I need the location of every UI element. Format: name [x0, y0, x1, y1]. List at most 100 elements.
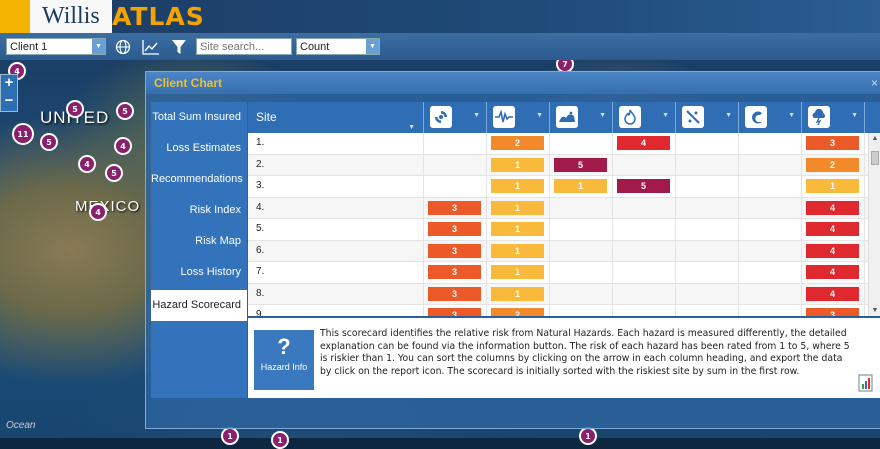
- report-icon[interactable]: [858, 374, 874, 392]
- site-search-input[interactable]: [196, 38, 292, 55]
- table-row[interactable]: 2. 1 5 2: [248, 154, 868, 176]
- storm-surge-icon: [745, 106, 767, 128]
- table-row[interactable]: 8. 3 1 4: [248, 283, 868, 305]
- grid-scrollbar[interactable]: ▲ ▼: [868, 133, 880, 316]
- score-cell: 4: [802, 219, 865, 240]
- map-marker[interactable]: 1: [271, 431, 289, 449]
- site-cell: 5.: [248, 219, 424, 240]
- map-marker[interactable]: 1: [579, 427, 597, 445]
- column-header-wildfire[interactable]: ▼: [613, 102, 676, 133]
- score-cell: [739, 154, 802, 175]
- site-cell: 3.: [248, 176, 424, 197]
- client-select[interactable]: Client 1 ▼: [6, 38, 106, 55]
- map-marker[interactable]: 5: [40, 133, 58, 151]
- score-cell: [676, 240, 739, 261]
- score-badge: 5: [617, 179, 670, 193]
- scroll-up-icon[interactable]: ▲: [869, 135, 880, 142]
- column-header-earthquake[interactable]: ▼: [487, 102, 550, 133]
- chevron-down-icon[interactable]: ▼: [473, 112, 480, 119]
- scrollbar-thumb[interactable]: [871, 151, 879, 165]
- map-marker[interactable]: 5: [66, 100, 84, 118]
- table-row[interactable]: 6. 3 1 4: [248, 240, 868, 262]
- table-row[interactable]: 4. 3 1 4: [248, 197, 868, 219]
- score-cell: 5: [613, 176, 676, 197]
- column-header-flood[interactable]: ▼: [550, 102, 613, 133]
- nav-item-hazard-scorecard[interactable]: Hazard Scorecard: [151, 290, 247, 321]
- score-cell: 1: [802, 176, 865, 197]
- score-cell: [613, 305, 676, 316]
- score-cell: [739, 176, 802, 197]
- score-cell: [676, 305, 739, 316]
- column-header-hail[interactable]: ▼: [676, 102, 739, 133]
- logo: Willis: [30, 0, 112, 33]
- score-badge: 3: [428, 200, 481, 215]
- map-marker[interactable]: 4: [114, 137, 132, 155]
- zoom-in-button[interactable]: +: [1, 75, 17, 93]
- score-badge: 4: [617, 136, 670, 150]
- score-cell: [676, 176, 739, 197]
- nav-item-loss-estimates[interactable]: Loss Estimates: [151, 133, 247, 164]
- score-cell: 3: [424, 262, 487, 283]
- map-marker[interactable]: 5: [116, 102, 134, 120]
- nav-item-loss-history[interactable]: Loss History: [151, 257, 247, 288]
- column-header-tropical-cyclone[interactable]: ▼: [424, 102, 487, 133]
- chevron-down-icon[interactable]: ▼: [92, 39, 105, 54]
- score-cell: 3: [424, 219, 487, 240]
- score-badge: 2: [491, 308, 544, 316]
- map-marker[interactable]: 4: [78, 155, 96, 173]
- chevron-down-icon[interactable]: ▼: [662, 112, 669, 119]
- score-badge: 1: [491, 286, 544, 301]
- score-cell: 1: [487, 283, 550, 304]
- nav-item-recommendations[interactable]: Recommendations: [151, 164, 247, 195]
- score-cell: 1: [487, 154, 550, 175]
- site-cell: 4.: [248, 197, 424, 218]
- grid-body: 1. 2 4 3 2. 1 5 2 3. 1 1 5 1 4. 3 1 4 5. 3 1 4 6. 3 1 4 7. 3 1 4 8. 3 1…: [248, 133, 868, 316]
- map-marker[interactable]: 4: [89, 203, 107, 221]
- chevron-down-icon[interactable]: ▼: [366, 39, 379, 54]
- table-row[interactable]: 7. 3 1 4: [248, 262, 868, 284]
- toolbar: Client 1 ▼ Count ▼: [0, 33, 880, 60]
- question-icon: ?: [277, 334, 291, 359]
- metric-select[interactable]: Count ▼: [296, 38, 380, 55]
- map-marker[interactable]: 5: [105, 164, 123, 182]
- globe-icon[interactable]: [112, 37, 134, 57]
- hazard-info-button[interactable]: ? Hazard Info: [254, 330, 314, 390]
- hazard-info-label: Hazard Info: [260, 362, 308, 372]
- table-row[interactable]: 1. 2 4 3: [248, 133, 868, 155]
- nav-item-risk-map[interactable]: Risk Map: [151, 226, 247, 257]
- score-cell: 3: [802, 305, 865, 316]
- grid-header: Site ▼ ▼ ▼ ▼ ▼ ▼ ▼ ▼: [248, 102, 880, 133]
- chevron-down-icon[interactable]: ▼: [851, 112, 858, 119]
- score-cell: 4: [802, 240, 865, 261]
- tropical-cyclone-icon: [430, 106, 452, 128]
- score-cell: [424, 176, 487, 197]
- column-header-severe-storm[interactable]: ▼: [802, 102, 865, 133]
- score-cell: [676, 197, 739, 218]
- severe-storm-icon: [808, 106, 830, 128]
- filter-icon[interactable]: [168, 37, 190, 57]
- logo-stripe: [0, 0, 30, 33]
- nav-item-risk-index[interactable]: Risk Index: [151, 195, 247, 226]
- score-badge: 4: [806, 286, 859, 301]
- scroll-down-icon[interactable]: ▼: [869, 307, 880, 314]
- line-chart-icon[interactable]: [140, 37, 162, 57]
- close-icon[interactable]: ×: [871, 72, 878, 94]
- nav-item-total-sum-insured[interactable]: Total Sum Insured: [151, 102, 247, 133]
- table-row[interactable]: 3. 1 1 5 1: [248, 176, 868, 198]
- score-cell: [613, 197, 676, 218]
- score-cell: 3: [424, 283, 487, 304]
- zoom-out-button[interactable]: −: [1, 93, 17, 111]
- column-header-storm-surge[interactable]: ▼: [739, 102, 802, 133]
- column-header-site[interactable]: Site ▼: [248, 102, 424, 133]
- chevron-down-icon[interactable]: ▼: [788, 112, 795, 119]
- map-marker[interactable]: 11: [12, 123, 34, 145]
- score-cell: [424, 154, 487, 175]
- chevron-down-icon[interactable]: ▼: [599, 112, 606, 119]
- chevron-down-icon[interactable]: ▼: [536, 112, 543, 119]
- table-row[interactable]: 5. 3 1 4: [248, 219, 868, 241]
- score-cell: [676, 154, 739, 175]
- chevron-down-icon[interactable]: ▼: [725, 112, 732, 119]
- map-marker[interactable]: 1: [221, 427, 239, 445]
- score-cell: [739, 283, 802, 304]
- table-row[interactable]: 9. 3 2 3: [248, 305, 868, 316]
